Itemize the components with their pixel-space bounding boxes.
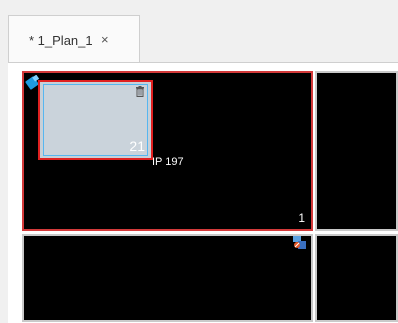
window-number: 21 (129, 138, 145, 154)
video-pane-4[interactable] (315, 234, 398, 322)
video-pane-2[interactable] (315, 71, 398, 231)
tab-plan[interactable]: * 1_Plan_1 × (8, 15, 140, 62)
trash-icon[interactable] (135, 86, 145, 97)
tab-bar: * 1_Plan_1 × (0, 0, 398, 62)
close-icon[interactable]: × (101, 32, 109, 47)
link-icon[interactable] (293, 236, 306, 249)
video-pane-3[interactable] (22, 234, 313, 322)
ip-label: IP 197 (152, 156, 184, 168)
tab-label: * 1_Plan_1 (29, 33, 93, 48)
pane-number: 1 (298, 211, 305, 225)
display-window[interactable]: 21 (38, 80, 153, 160)
